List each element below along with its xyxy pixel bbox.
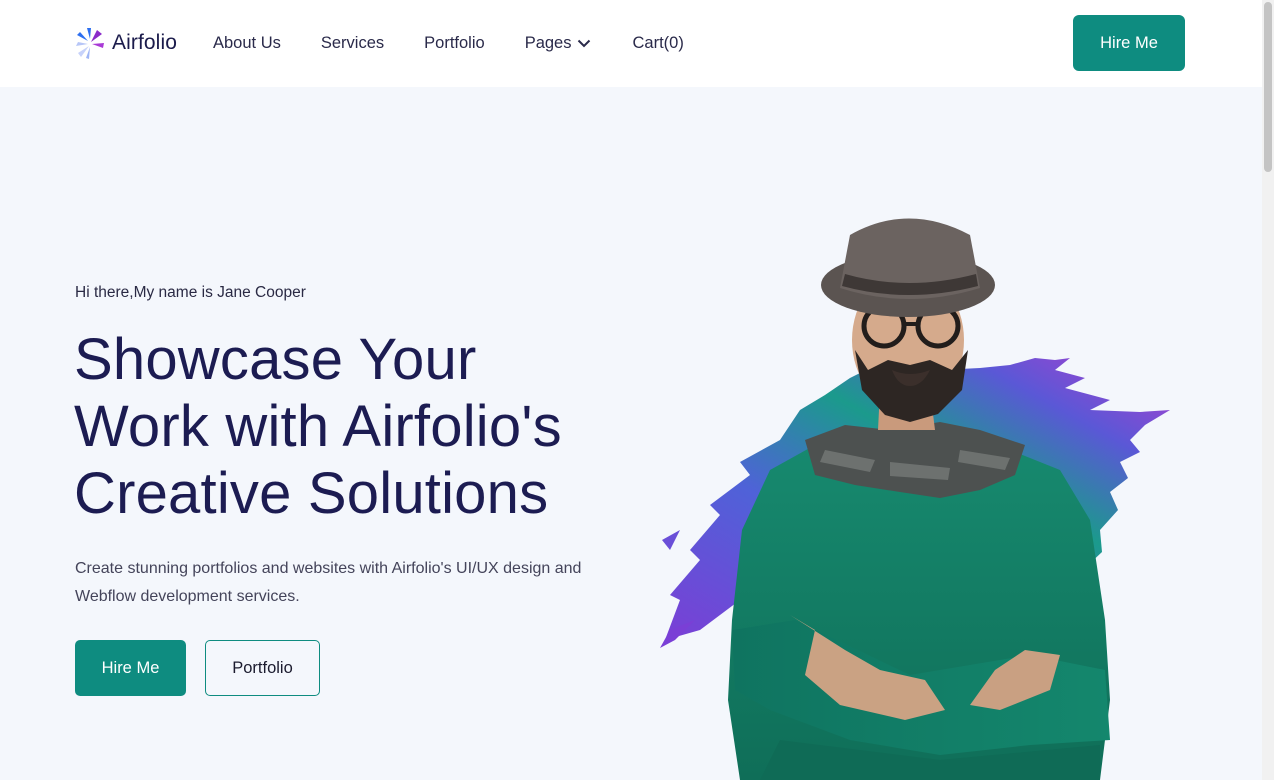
nav-pages-label: Pages [524, 33, 572, 52]
headline-line-2: Work with Airfolio's [74, 394, 562, 459]
person-portrait-image [660, 218, 1170, 780]
nav-about-us[interactable]: About Us [213, 34, 281, 53]
headline-line-3: Creative Solutions [74, 461, 549, 526]
nav-pages-dropdown[interactable]: Pages [525, 34, 593, 53]
hero-greeting: Hi there,My name is Jane Cooper [75, 284, 306, 301]
logo-text: Airfolio [112, 31, 177, 54]
headline-line-1: Showcase Your [74, 327, 477, 392]
nav-services[interactable]: Services [321, 34, 384, 53]
chevron-down-icon [578, 39, 591, 48]
hero-hire-me-button[interactable]: Hire Me [75, 640, 186, 696]
logo[interactable]: Airfolio [75, 26, 177, 60]
page-scrollbar[interactable] [1262, 0, 1274, 780]
hero-portfolio-button[interactable]: Portfolio [205, 640, 320, 696]
main-nav: About Us Services Portfolio Pages Cart(0… [213, 33, 684, 53]
logo-icon [76, 28, 104, 59]
site-header: Airfolio About Us Services Portfolio Pag… [0, 0, 1262, 87]
hero-headline: Showcase Your Work with Airfolio's Creat… [74, 326, 634, 527]
scrollbar-thumb[interactable] [1264, 2, 1272, 172]
header-hire-me-button[interactable]: Hire Me [1073, 15, 1185, 71]
nav-cart[interactable]: Cart(0) [632, 34, 683, 53]
hero-description: Create stunning portfolios and websites … [75, 560, 582, 605]
nav-portfolio[interactable]: Portfolio [424, 34, 485, 53]
